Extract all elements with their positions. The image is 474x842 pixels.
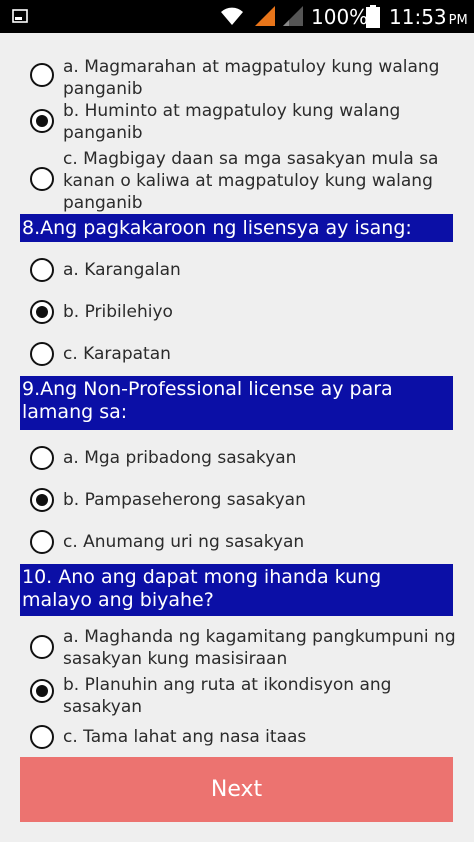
option-label: b. Huminto at magpatuloy kung walang pan… [63, 101, 401, 143]
radio-button[interactable] [30, 635, 54, 659]
option-label: a. Magmarahan at magpatuloy kung walang … [63, 57, 440, 99]
option-label: c. Tama lahat ang nasa itaas [63, 727, 307, 747]
option-label: b. Planuhin ang ruta at ikondisyon ang s… [63, 675, 392, 717]
radio-button-selected[interactable] [30, 300, 54, 324]
q10-option-b[interactable]: b. Planuhin ang ruta at ikondisyon ang s… [0, 674, 474, 720]
radio-button-selected[interactable] [30, 109, 54, 133]
radio-button[interactable] [30, 446, 54, 470]
radio-button-selected[interactable] [30, 679, 54, 703]
clock-time: 11:53 [389, 5, 447, 29]
battery-percentage: 100% [311, 5, 369, 29]
option-label: c. Karapatan [63, 344, 171, 364]
signal-strength-icon [255, 6, 275, 26]
option-label: c. Anumang uri ng sasakyan [63, 532, 305, 552]
next-button[interactable]: Next [20, 757, 453, 822]
radio-button[interactable] [30, 63, 54, 87]
q7-option-c[interactable]: c. Magbigay daan sa mga sasakyan mula sa… [0, 148, 474, 214]
radio-button[interactable] [30, 258, 54, 282]
radio-button[interactable] [30, 725, 54, 749]
option-label: b. Pribilehiyo [63, 302, 173, 322]
wifi-icon [221, 7, 243, 25]
q10-option-c[interactable]: c. Tama lahat ang nasa itaas [0, 724, 474, 752]
question-9-title: 9.Ang Non-Professional license ay para l… [20, 376, 453, 430]
option-label: a. Mga pribadong sasakyan [63, 448, 297, 468]
signal-strength-2-icon [283, 6, 303, 26]
option-label: c. Magbigay daan sa mga sasakyan mula sa… [63, 149, 439, 213]
option-label: a. Maghanda ng kagamitang pangkumpuni ng… [63, 627, 456, 669]
app-notification-icon [12, 9, 28, 23]
option-label: b. Pampaseherong sasakyan [63, 490, 306, 510]
option-label: a. Karangalan [63, 260, 181, 280]
radio-button-selected[interactable] [30, 488, 54, 512]
status-bar: 100% 11:53 PM [0, 0, 474, 33]
q8-option-b[interactable]: b. Pribilehiyo [0, 298, 474, 328]
radio-button[interactable] [30, 530, 54, 554]
q8-option-c[interactable]: c. Karapatan [0, 340, 474, 370]
q8-option-a[interactable]: a. Karangalan [0, 256, 474, 286]
radio-button[interactable] [30, 167, 54, 191]
clock-ampm: PM [448, 13, 468, 28]
q10-option-a[interactable]: a. Maghanda ng kagamitang pangkumpuni ng… [0, 626, 474, 672]
radio-button[interactable] [30, 342, 54, 366]
q9-option-a[interactable]: a. Mga pribadong sasakyan [0, 444, 474, 474]
q9-option-b[interactable]: b. Pampaseherong sasakyan [0, 486, 474, 516]
clock: 11:53 PM [389, 4, 468, 34]
q9-option-c[interactable]: c. Anumang uri ng sasakyan [0, 528, 474, 558]
q7-option-a[interactable]: a. Magmarahan at magpatuloy kung walang … [0, 56, 474, 100]
question-10-title: 10. Ano ang dapat mong ihanda kung malay… [20, 564, 453, 616]
battery-icon [366, 5, 380, 28]
question-8-title: 8.Ang pagkakaroon ng lisensya ay isang: [20, 214, 453, 242]
q7-option-b[interactable]: b. Huminto at magpatuloy kung walang pan… [0, 100, 474, 146]
